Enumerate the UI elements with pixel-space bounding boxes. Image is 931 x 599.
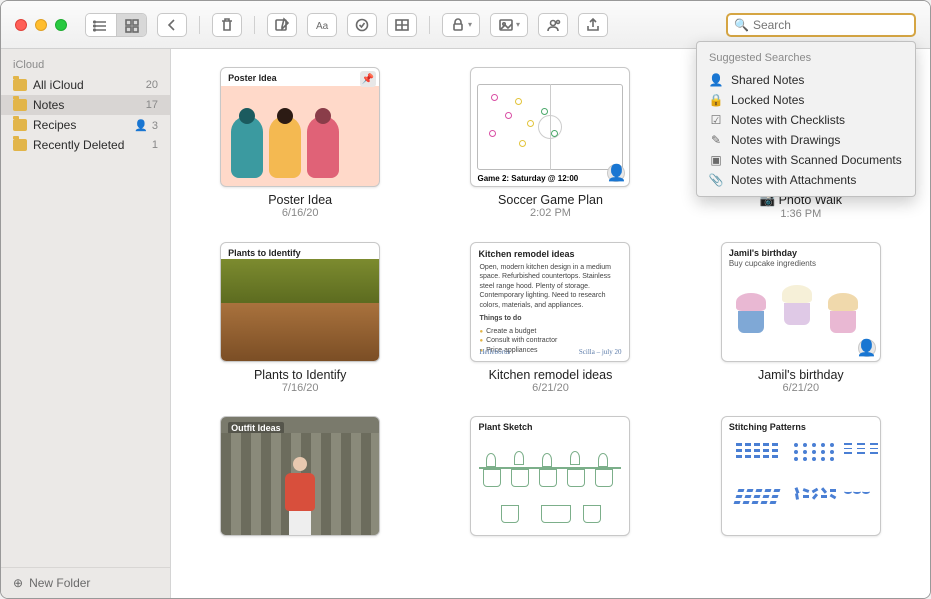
shared-badge-icon: 👤	[858, 339, 876, 357]
close-window-button[interactable]	[15, 19, 27, 31]
pin-icon: 📌	[360, 71, 376, 87]
toolbar: Aa ▾ ▾ 🔍 Suggested Searches 👤Shared Note…	[85, 13, 916, 37]
note-date: 6/21/20	[532, 382, 569, 394]
table-button[interactable]	[387, 13, 417, 37]
note-title: Soccer Game Plan	[498, 193, 603, 207]
suggestion-locked-notes[interactable]: 🔒Locked Notes	[697, 90, 915, 110]
folder-icon	[13, 119, 27, 131]
note-thumbnail: Game 2: Saturday @ 12:00 👤	[470, 67, 630, 187]
minimize-window-button[interactable]	[35, 19, 47, 31]
note-card[interactable]: Plant Sketch	[445, 416, 655, 536]
note-card[interactable]: Outfit Ideas	[195, 416, 405, 536]
sidebar-item-recently-deleted[interactable]: Recently Deleted1	[1, 135, 170, 155]
attachment-icon: 📎	[709, 173, 723, 187]
note-title: Poster Idea	[268, 193, 332, 207]
note-thumbnail: Plant Sketch	[470, 416, 630, 536]
new-folder-button[interactable]: ⊕New Folder	[1, 567, 170, 598]
note-date: 6/16/20	[282, 207, 319, 219]
folder-icon	[13, 139, 27, 151]
format-button[interactable]: Aa	[307, 13, 337, 37]
note-title: Kitchen remodel ideas	[489, 368, 613, 382]
folder-icon	[13, 79, 27, 91]
search-icon: 🔍	[734, 18, 749, 32]
note-card[interactable]: Poster Idea 📌 Poster Idea 6/16/20	[195, 67, 405, 220]
note-card[interactable]: Plants to Identify Plants to Identify 7/…	[195, 242, 405, 394]
note-date: 2:02 PM	[530, 207, 571, 219]
note-card[interactable]: Game 2: Saturday @ 12:00 👤 Soccer Game P…	[445, 67, 655, 220]
suggestion-scanned[interactable]: ▣Notes with Scanned Documents	[697, 150, 915, 170]
suggestion-shared-notes[interactable]: 👤Shared Notes	[697, 70, 915, 90]
shared-icon: 👤	[134, 120, 148, 132]
note-thumbnail: Plants to Identify	[220, 242, 380, 362]
note-thumbnail: Jamil's birthday Buy cupcake ingredients…	[721, 242, 881, 362]
lock-icon: 🔒	[709, 93, 723, 107]
suggestions-header: Suggested Searches	[697, 48, 915, 70]
search-suggestions-popover: Suggested Searches 👤Shared Notes 🔒Locked…	[696, 41, 916, 197]
search-input[interactable]	[753, 18, 908, 32]
share-button[interactable]	[578, 13, 608, 37]
plus-icon: ⊕	[13, 576, 23, 590]
note-date: 7/16/20	[282, 382, 319, 394]
note-card[interactable]: Stitching Patterns	[696, 416, 906, 536]
note-card[interactable]: Jamil's birthday Buy cupcake ingredients…	[696, 242, 906, 394]
fullscreen-window-button[interactable]	[55, 19, 67, 31]
shared-icon: 👤	[709, 73, 723, 87]
search-field[interactable]: 🔍	[726, 13, 916, 37]
note-date: 1:36 PM	[780, 208, 821, 220]
window-controls	[15, 19, 67, 31]
folder-icon	[13, 99, 27, 111]
note-date: 6/21/20	[782, 382, 819, 394]
note-thumbnail: Outfit Ideas	[220, 416, 380, 536]
notes-window: Aa ▾ ▾ 🔍 Suggested Searches 👤Shared Note…	[0, 0, 931, 599]
checklist-icon: ☑︎	[709, 113, 723, 127]
suggestion-checklists[interactable]: ☑︎Notes with Checklists	[697, 110, 915, 130]
sidebar: iCloud All iCloud20 Notes17 Recipes👤3 Re…	[1, 49, 171, 598]
gallery-view-button[interactable]	[116, 14, 146, 37]
suggestion-attachments[interactable]: 📎Notes with Attachments	[697, 170, 915, 190]
sidebar-section-icloud: iCloud	[1, 55, 170, 75]
scan-icon: ▣	[709, 153, 723, 167]
shared-badge-icon: 👤	[607, 164, 625, 182]
note-title: Jamil's birthday	[758, 368, 844, 382]
svg-text:Aa: Aa	[316, 21, 329, 32]
titlebar: Aa ▾ ▾ 🔍 Suggested Searches 👤Shared Note…	[1, 1, 930, 49]
collaborate-button[interactable]	[538, 13, 568, 37]
new-note-button[interactable]	[267, 13, 297, 37]
checklist-button[interactable]	[347, 13, 377, 37]
sidebar-item-notes[interactable]: Notes17	[1, 95, 170, 115]
note-thumbnail: Kitchen remodel ideas Open, modern kitch…	[470, 242, 630, 362]
list-view-button[interactable]	[86, 14, 116, 37]
suggestion-drawings[interactable]: ✎Notes with Drawings	[697, 130, 915, 150]
note-card[interactable]: Kitchen remodel ideas Open, modern kitch…	[445, 242, 655, 394]
note-thumbnail: Stitching Patterns	[721, 416, 881, 536]
sidebar-item-recipes[interactable]: Recipes👤3	[1, 115, 170, 135]
delete-button[interactable]	[212, 13, 242, 37]
drawing-icon: ✎	[709, 133, 723, 147]
lock-button[interactable]: ▾	[442, 13, 480, 37]
media-button[interactable]: ▾	[490, 13, 528, 37]
note-title: Plants to Identify	[254, 368, 346, 382]
sidebar-item-all-icloud[interactable]: All iCloud20	[1, 75, 170, 95]
note-thumbnail: Poster Idea 📌	[220, 67, 380, 187]
back-button[interactable]	[157, 13, 187, 37]
